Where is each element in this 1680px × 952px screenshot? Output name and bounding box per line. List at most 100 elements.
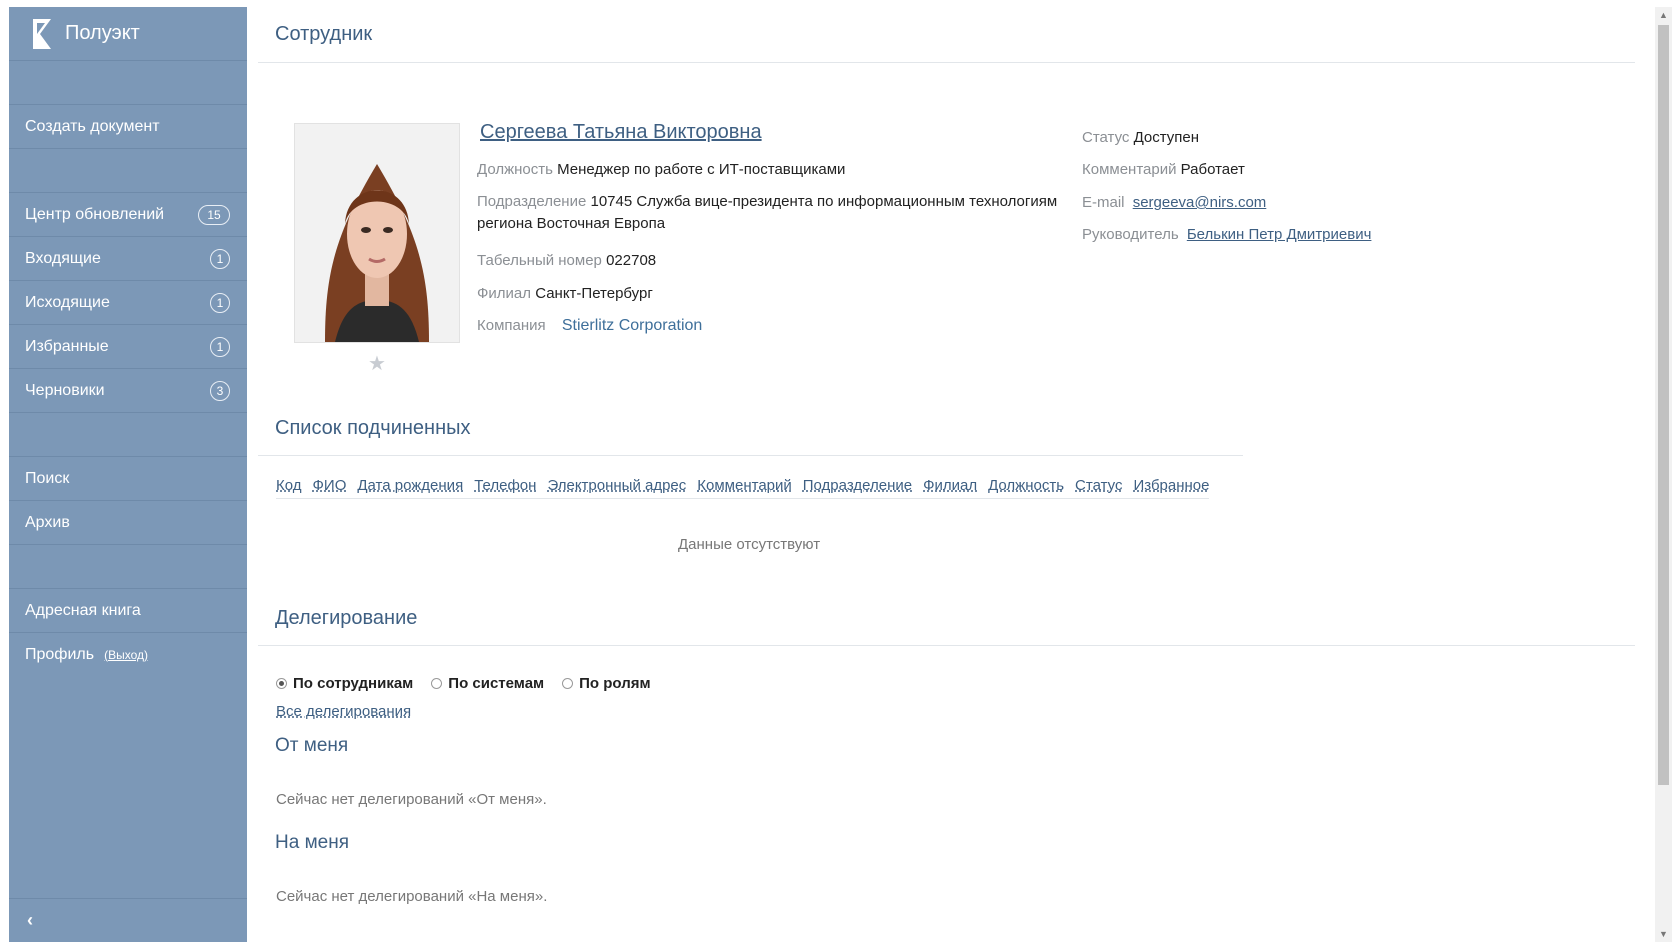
column-header[interactable]: Комментарий: [697, 477, 791, 494]
status-row: Статус Доступен: [1082, 127, 1199, 149]
company-link[interactable]: Stierlitz Corporation: [562, 317, 703, 334]
department-row: Подразделение 10745 Служба вице-президен…: [477, 191, 1067, 235]
position-value: Менеджер по работе с ИТ-поставщиками: [557, 161, 846, 178]
sidebar-item-label: Адресная книга: [25, 601, 141, 619]
sidebar-item-label: Входящие: [25, 249, 101, 267]
nav-spacer: [9, 61, 247, 105]
column-header[interactable]: Филиал: [923, 477, 977, 494]
company-label: Компания: [477, 317, 546, 334]
radio-label: По ролям: [579, 675, 651, 692]
radio-by-roles[interactable]: По ролям: [562, 675, 651, 692]
divider: [258, 455, 1243, 456]
position-label: Должность: [477, 161, 553, 178]
divider: [258, 645, 1635, 646]
scroll-down-icon[interactable]: ▼: [1659, 929, 1668, 939]
sidebar-item-label: Поиск: [25, 469, 70, 487]
tab-number-row: Табельный номер 022708: [477, 250, 656, 272]
vertical-scrollbar[interactable]: ▲ ▼: [1655, 7, 1672, 942]
branch-label: Филиал: [477, 285, 532, 302]
sidebar-item-address-book[interactable]: Адресная книга: [9, 589, 247, 633]
column-header[interactable]: Телефон: [474, 477, 536, 494]
radio-button: [431, 678, 443, 689]
profile-link[interactable]: Профиль: [25, 646, 94, 664]
sidebar-item-search[interactable]: Поиск: [9, 457, 247, 501]
column-header[interactable]: Код: [276, 477, 302, 494]
create-document-button[interactable]: Создать документ: [9, 105, 247, 149]
empty-message: Данные отсутствуют: [678, 536, 821, 553]
manager-row: Руководитель Белькин Петр Дмитриевич: [1082, 224, 1371, 246]
brand[interactable]: Полуэкт: [9, 7, 247, 61]
logout-link[interactable]: (Выход): [104, 648, 148, 662]
count-badge: 1: [210, 292, 230, 313]
nav-spacer: [9, 545, 247, 589]
employee-photo: [294, 123, 460, 343]
status-value: Доступен: [1133, 129, 1200, 146]
radio-button: [562, 678, 574, 689]
email-label: E-mail: [1082, 194, 1125, 211]
department-label: Подразделение: [477, 193, 587, 210]
sidebar-item-profile: Профиль (Выход): [9, 633, 247, 676]
status-label: Статус: [1082, 129, 1130, 146]
delegation-title: Делегирование: [275, 607, 418, 629]
sidebar-item-label: Избранные: [25, 337, 109, 355]
manager-label: Руководитель: [1082, 226, 1179, 243]
subordinates-columns: Код ФИО Дата рождения Телефон Электронны…: [276, 477, 1210, 499]
column-header[interactable]: Должность: [988, 477, 1064, 494]
delegation-mode-group: По сотрудникам По системам По ролям: [276, 675, 651, 692]
radio-label: По сотрудникам: [293, 675, 414, 692]
radio-by-systems[interactable]: По системам: [431, 675, 544, 692]
nav-spacer: [9, 413, 247, 457]
scroll-thumb[interactable]: [1658, 25, 1669, 785]
column-header[interactable]: Дата рождения: [357, 477, 463, 494]
all-delegations-link[interactable]: Все делегирования: [276, 703, 411, 720]
radio-label: По системам: [448, 675, 545, 692]
column-header[interactable]: Избранное: [1133, 477, 1209, 494]
page-title: Сотрудник: [275, 23, 373, 45]
logo-icon: [33, 18, 51, 49]
sidebar-item-favorites[interactable]: Избранные 1: [9, 325, 247, 369]
create-document-label: Создать документ: [25, 117, 160, 135]
employee-name-link[interactable]: Сергеева Татьяна Викторовна: [480, 121, 762, 144]
sidebar-item-label: Исходящие: [25, 293, 110, 311]
sidebar-item-archive[interactable]: Архив: [9, 501, 247, 545]
from-me-title: От меня: [275, 735, 349, 756]
to-me-note: Сейчас нет делегирований «На меня».: [276, 888, 548, 905]
sidebar: Полуэкт Создать документ Центр обновлени…: [9, 7, 247, 942]
scroll-up-icon[interactable]: ▲: [1659, 10, 1668, 20]
sidebar-item-label: Центр обновлений: [25, 205, 165, 223]
main-content: Сотрудник ★ Сергеева Татьяна Викторовна …: [258, 7, 1635, 942]
column-header[interactable]: Статус: [1075, 477, 1122, 494]
column-header[interactable]: ФИО: [313, 477, 347, 494]
tab-number-label: Табельный номер: [477, 252, 602, 269]
subordinates-title: Список подчиненных: [275, 417, 471, 439]
sidebar-item-outbox[interactable]: Исходящие 1: [9, 281, 247, 325]
collapse-sidebar-button[interactable]: ‹: [9, 898, 247, 942]
sidebar-item-drafts[interactable]: Черновики 3: [9, 369, 247, 413]
sidebar-item-inbox[interactable]: Входящие 1: [9, 237, 247, 281]
app-name: Полуэкт: [65, 22, 140, 44]
comment-value: Работает: [1180, 161, 1245, 178]
nav-spacer: [9, 149, 247, 193]
comment-label: Комментарий: [1082, 161, 1177, 178]
comment-row: Комментарий Работает: [1082, 159, 1245, 181]
portrait-image: [295, 124, 459, 342]
count-badge: 1: [210, 248, 230, 269]
sidebar-item-label: Архив: [25, 513, 70, 531]
count-badge: 15: [198, 204, 230, 225]
radio-by-employees[interactable]: По сотрудникам: [276, 675, 413, 692]
email-row: E-mail sergeeva@nirs.com: [1082, 192, 1266, 214]
company-row: Компания Stierlitz Corporation: [477, 315, 702, 337]
column-header[interactable]: Подразделение: [803, 477, 912, 494]
favorite-star-icon[interactable]: ★: [368, 351, 386, 376]
manager-link[interactable]: Белькин Петр Дмитриевич: [1187, 226, 1372, 243]
position-row: Должность Менеджер по работе с ИТ-постав…: [477, 159, 845, 181]
count-badge: 3: [210, 380, 230, 401]
email-link[interactable]: sergeeva@nirs.com: [1133, 194, 1267, 211]
sidebar-item-label: Черновики: [25, 381, 105, 399]
column-header[interactable]: Электронный адрес: [547, 477, 686, 494]
tab-number-value: 022708: [606, 252, 657, 269]
sidebar-item-updates[interactable]: Центр обновлений 15: [9, 193, 247, 237]
to-me-title: На меня: [275, 832, 349, 853]
branch-value: Санкт-Петербург: [535, 285, 653, 302]
radio-button: [276, 678, 287, 689]
